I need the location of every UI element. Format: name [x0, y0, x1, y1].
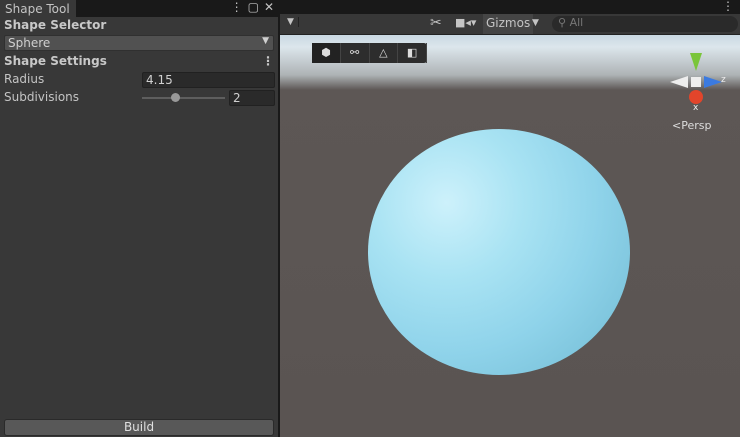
subdivisions-slider[interactable]	[142, 93, 225, 102]
projection-label: Persp	[681, 119, 712, 132]
shape-value: Sphere	[8, 36, 51, 50]
overlay-tools: ⬢ ⚯ △ ◧	[312, 43, 427, 63]
shape-settings-heading: Shape Settings ⋮	[0, 53, 278, 71]
viewport[interactable]: ⬢ ⚯ △ ◧ z x <Persp	[280, 35, 740, 437]
subdivisions-label: Subdivisions	[4, 90, 80, 104]
projection-toggle[interactable]: <Persp	[672, 119, 711, 132]
shape-settings-label: Shape Settings	[4, 54, 107, 68]
subdivisions-input[interactable]: 2	[229, 90, 275, 106]
camera-icon[interactable]: ■◂▾	[455, 16, 476, 29]
z-axis-cone[interactable]	[704, 76, 722, 88]
tab-shape-tool[interactable]: Shape Tool	[0, 0, 76, 17]
scene-view: ⋮ ▼ ✂ ■◂▾ Gizmos ▼ ⚲ All ⬢ ⚯ △ ◧ z x <Persp	[280, 0, 740, 437]
edge-tool-icon[interactable]: △	[370, 43, 399, 63]
vertex-tool-icon[interactable]: ⚯	[341, 43, 370, 63]
z-label: z	[721, 75, 726, 85]
radius-input[interactable]: 4.15	[142, 72, 275, 88]
search-icon: ⚲	[558, 16, 570, 29]
chevron-down-icon[interactable]: ▼	[532, 18, 539, 28]
radius-row: Radius 4.15	[0, 71, 278, 89]
scene-tab-bar: ⋮	[280, 0, 740, 14]
more-icon[interactable]: ⋮	[262, 54, 274, 68]
close-icon[interactable]: ✕	[264, 0, 274, 14]
neg-z-cone[interactable]	[670, 76, 688, 88]
x-label: x	[693, 103, 699, 113]
sphere-mesh[interactable]	[368, 129, 630, 375]
build-button[interactable]: Build	[4, 419, 274, 436]
search-input[interactable]: ⚲ All	[552, 16, 738, 32]
maximize-icon[interactable]: ▢	[248, 0, 259, 14]
more-icon[interactable]: ⋮	[231, 0, 243, 14]
shape-selector-heading: Shape Selector	[4, 18, 107, 32]
shape-tool-panel: Shape Tool ⋮ ▢ ✕ Shape Selector Sphere ▼ Sh…	[0, 0, 278, 437]
cube-tool-icon[interactable]: ⬢	[312, 43, 341, 63]
center-cube[interactable]	[691, 77, 701, 87]
y-axis-cone[interactable]	[690, 53, 702, 71]
chevron-down-icon: ▼	[262, 36, 269, 46]
radius-label: Radius	[4, 72, 45, 86]
more-icon[interactable]: ⋮	[722, 0, 734, 13]
shape-dropdown[interactable]: Sphere ▼	[4, 35, 274, 51]
scene-toolbar: ▼ ✂ ■◂▾ Gizmos ▼ ⚲ All	[280, 14, 740, 35]
tools-icon[interactable]: ✂	[430, 15, 442, 31]
subdivisions-row: Subdivisions 2	[0, 89, 278, 107]
x-axis-cone[interactable]	[689, 90, 703, 104]
slider-handle[interactable]	[171, 93, 181, 102]
chevron-down-icon[interactable]: ▼	[283, 17, 299, 27]
face-tool-icon[interactable]: ◧	[398, 43, 427, 63]
tab-bar: Shape Tool ⋮ ▢ ✕	[0, 0, 278, 17]
search-placeholder: All	[569, 16, 584, 29]
gizmos-button[interactable]: Gizmos	[483, 14, 534, 34]
